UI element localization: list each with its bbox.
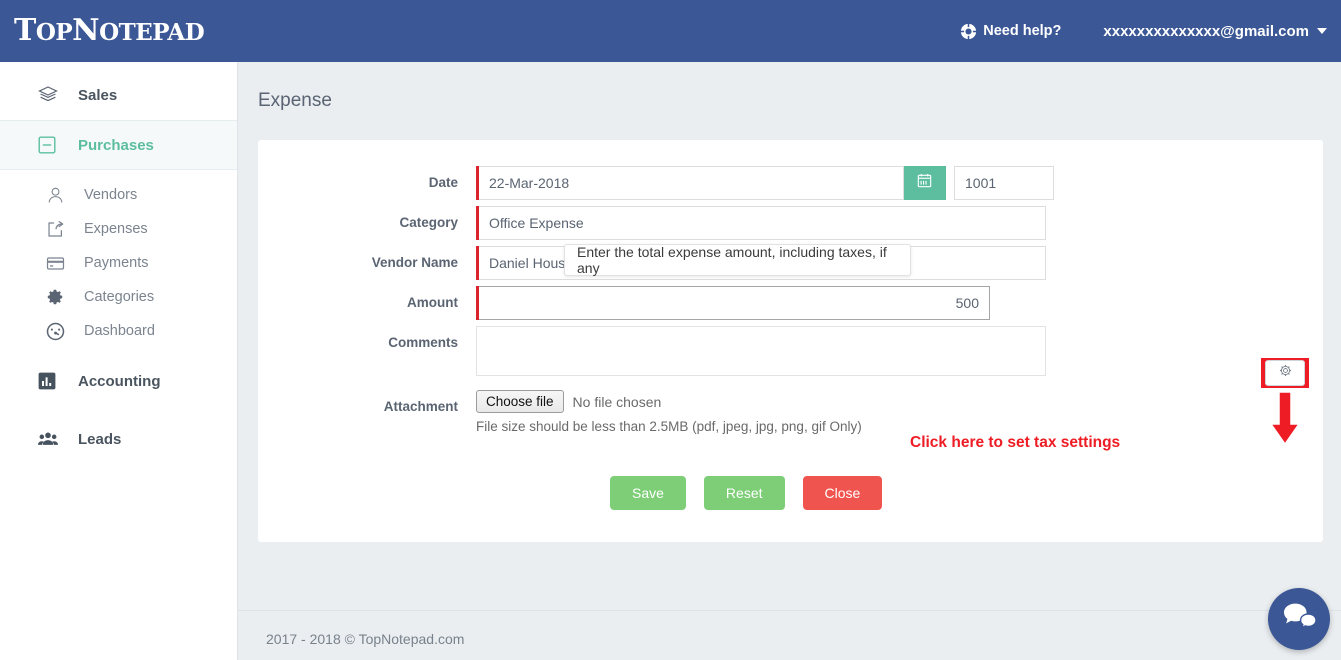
date-label: Date — [428, 175, 458, 190]
share-arrow-icon — [46, 220, 72, 239]
need-help-label: Need help? — [983, 23, 1062, 39]
sidebar-item-label: Expenses — [84, 221, 148, 237]
attachment-group: Choose file No file chosen File size sho… — [476, 390, 862, 434]
sidebar-item-payments[interactable]: Payments — [0, 246, 237, 280]
layers-icon — [38, 85, 64, 105]
attachment-label: Attachment — [383, 399, 458, 414]
calendar-icon — [917, 173, 932, 193]
chat-widget-button[interactable] — [1268, 588, 1330, 650]
sidebar-item-categories[interactable]: Categories — [0, 280, 237, 314]
gear-icon — [1278, 363, 1293, 383]
life-ring-icon — [960, 23, 977, 40]
sidebar-item-label: Payments — [84, 255, 149, 271]
sidebar-item-label: Accounting — [78, 372, 161, 390]
close-button[interactable]: Close — [802, 476, 883, 510]
tooltip-text: Enter the total expense amount, includin… — [577, 244, 887, 276]
sidebar-item-sales[interactable]: Sales — [0, 70, 237, 120]
form-row-amount: Amount — [258, 286, 990, 320]
reset-button[interactable]: Reset — [703, 476, 785, 510]
sidebar-item-label: Vendors — [84, 187, 138, 203]
sidebar-item-label: Dashboard — [84, 323, 155, 339]
tax-settings-annotation: Click here to set tax settings — [910, 434, 1121, 451]
file-picker-row: Choose file No file chosen — [476, 390, 862, 413]
amount-label: Amount — [407, 295, 458, 310]
page-title: Expense — [258, 90, 332, 111]
top-header: TOPNOTEPAD Need help? xxxxxxxxxxxxxx@gma… — [0, 0, 1341, 62]
bar-chart-icon — [38, 372, 64, 390]
main-content: Expense Date 22-Mar-2018 1001 Category O… — [238, 62, 1341, 660]
comments-textarea[interactable] — [476, 326, 1046, 376]
amount-input[interactable] — [479, 286, 990, 320]
sidebar-item-dashboard[interactable]: Dashboard — [0, 314, 237, 348]
footer: 2017 - 2018 © TopNotepad.com — [238, 610, 1341, 660]
form-row-comments: Comments — [258, 326, 1046, 376]
save-button[interactable]: Save — [610, 476, 686, 510]
form-action-buttons: Save Reset Close — [610, 476, 883, 510]
sidebar-item-label: Leads — [78, 430, 122, 448]
user-outline-icon — [46, 186, 72, 205]
gear-icon — [46, 288, 72, 306]
comments-label: Comments — [388, 335, 458, 350]
calendar-button[interactable] — [904, 166, 946, 200]
form-row-attachment: Attachment Choose file No file chosen Fi… — [258, 390, 862, 434]
expense-number-input[interactable] — [954, 166, 1054, 200]
sidebar: Sales Purchases Vendors Expenses Payment… — [0, 62, 238, 660]
category-input[interactable] — [479, 206, 1046, 240]
tax-settings-highlight-box — [1261, 358, 1309, 388]
gauge-icon — [46, 322, 72, 341]
sidebar-spacer-sub — [0, 170, 237, 178]
form-row-date: Date — [258, 166, 1054, 200]
logo-letter-t: T — [14, 13, 36, 48]
sidebar-item-label: Categories — [84, 289, 155, 305]
users-icon — [38, 430, 64, 448]
no-file-chosen-text: No file chosen — [572, 393, 662, 410]
category-label: Category — [399, 215, 458, 230]
amount-tooltip: Enter the total expense amount, includin… — [564, 244, 911, 276]
credit-card-icon — [46, 254, 72, 273]
choose-file-button[interactable]: Choose file — [476, 390, 564, 413]
logo-text-op: OP — [35, 19, 73, 46]
vendor-name-label: Vendor Name — [371, 255, 458, 270]
sidebar-item-accounting[interactable]: Accounting — [0, 356, 237, 406]
sidebar-spacer-leads — [0, 406, 237, 414]
header-right-group: Need help? xxxxxxxxxxxxxx@gmail.com — [960, 23, 1327, 40]
sidebar-spacer-top — [0, 62, 237, 70]
need-help-link[interactable]: Need help? — [960, 23, 1061, 40]
sidebar-item-vendors[interactable]: Vendors — [0, 178, 237, 212]
attachment-hint: File size should be less than 2.5MB (pdf… — [476, 419, 862, 434]
copyright-text: 2017 - 2018 © TopNotepad.com — [266, 631, 465, 647]
logo-letter-n: N — [72, 13, 100, 48]
chevron-down-icon — [1317, 28, 1327, 34]
date-input[interactable] — [479, 166, 904, 200]
sidebar-item-purchases[interactable]: Purchases — [0, 120, 237, 170]
chat-bubbles-icon — [1282, 602, 1317, 637]
user-email-label: xxxxxxxxxxxxxx@gmail.com — [1103, 22, 1309, 40]
logo-text-otepad: OTEPAD — [99, 19, 205, 46]
sidebar-spacer-mid — [0, 348, 237, 356]
down-arrow-icon — [1268, 391, 1302, 448]
user-menu[interactable]: xxxxxxxxxxxxxx@gmail.com — [1103, 23, 1327, 40]
app-logo[interactable]: TOPNOTEPAD — [14, 13, 205, 48]
sidebar-item-leads[interactable]: Leads — [0, 414, 237, 464]
sidebar-item-label: Purchases — [78, 136, 154, 154]
tax-settings-button[interactable] — [1265, 360, 1305, 386]
expense-form-card: Date Categor — [258, 140, 1323, 542]
minus-square-icon — [38, 136, 64, 154]
form-row-category: Category — [258, 206, 1046, 240]
sidebar-item-label: Sales — [78, 86, 118, 104]
sidebar-item-expenses[interactable]: Expenses — [0, 212, 237, 246]
